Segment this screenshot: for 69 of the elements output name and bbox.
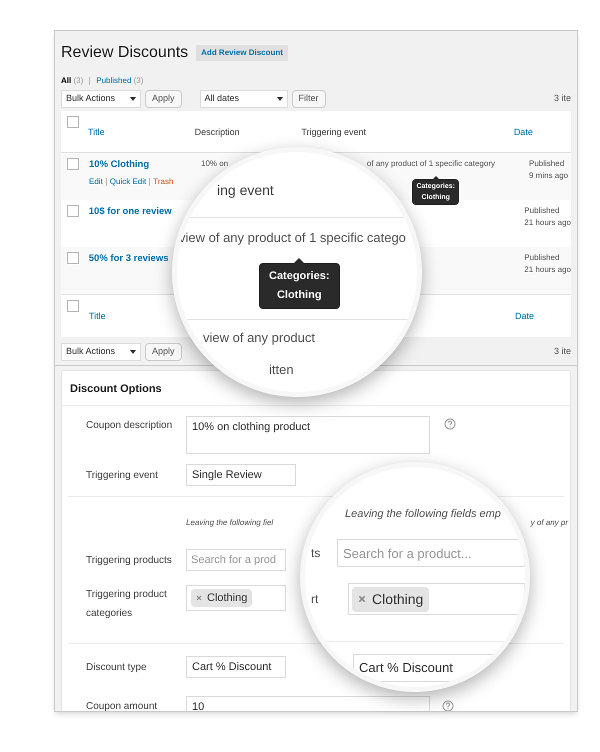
hint-text: Leaving the following fields emp xyxy=(345,508,501,520)
column-header[interactable]: Title xyxy=(88,116,195,140)
tooltip: Categories: Clothing xyxy=(259,258,340,309)
view-filter-link[interactable]: All (3) xyxy=(61,75,84,87)
field-label: Coupon amount xyxy=(85,700,158,711)
categories-field[interactable]: Clothing xyxy=(348,583,525,615)
time-text: 9 mins ago xyxy=(529,170,568,182)
caret-icon xyxy=(130,350,136,354)
column-header: ing event xyxy=(217,182,274,198)
category-chip[interactable]: Clothing xyxy=(352,586,430,612)
date-filter-select[interactable]: All dates xyxy=(200,90,288,108)
help-icon[interactable] xyxy=(444,418,456,430)
discount-type-select[interactable]: Cart % Discount xyxy=(186,656,286,678)
checkbox[interactable] xyxy=(67,205,79,217)
bulk-actions-select[interactable]: Bulk Actions xyxy=(61,343,141,361)
table-cell: 10% on xyxy=(201,159,228,168)
checkbox[interactable] xyxy=(67,300,79,312)
panel-title: Discount Options xyxy=(70,383,162,395)
amount-field[interactable]: 10 xyxy=(186,696,430,711)
field-label: ts xyxy=(310,545,322,562)
caret-icon xyxy=(276,97,283,101)
page-title: Review Discounts xyxy=(61,43,188,63)
help-icon[interactable] xyxy=(442,700,454,711)
apply-button[interactable]: Apply xyxy=(145,343,182,361)
time-text: 21 hours ago xyxy=(524,264,571,276)
column-header: Description xyxy=(194,126,241,139)
discount-title-link[interactable]: 10% Clothing xyxy=(89,158,150,172)
table-cell: of any product of 1 specific category xyxy=(366,158,495,170)
view-filter-link[interactable]: Published (3) xyxy=(96,75,144,87)
discount-title-link[interactable]: 10$ for one review xyxy=(88,205,172,220)
field-label: Triggering products xyxy=(85,554,173,568)
table-cell: view of any product xyxy=(203,330,316,345)
column-header[interactable]: Date xyxy=(514,116,571,140)
field-label: Triggering product categories xyxy=(85,588,168,621)
products-search-field[interactable]: Search for a product... xyxy=(337,539,525,567)
products-search-field[interactable]: Search for a prod xyxy=(186,549,286,571)
items-count: 3 ite xyxy=(554,92,571,106)
bulk-actions-select[interactable]: Bulk Actions xyxy=(61,90,141,108)
items-count: 3 ite xyxy=(554,345,571,358)
apply-button[interactable]: Apply xyxy=(145,90,182,108)
remove-icon[interactable] xyxy=(358,595,366,603)
remove-icon[interactable] xyxy=(196,595,202,601)
checkbox[interactable] xyxy=(67,252,79,264)
status-text: Published xyxy=(529,158,566,170)
status-text: Published xyxy=(524,252,560,264)
category-chip[interactable]: Clothing xyxy=(191,588,252,608)
field-label: Coupon description xyxy=(85,419,174,433)
field-label: rt xyxy=(310,591,320,608)
field-label: Triggering event xyxy=(85,468,159,482)
filter-button[interactable]: Filter xyxy=(292,90,326,108)
discount-title-link[interactable]: 50% for 3 reviews xyxy=(88,252,169,266)
categories-field[interactable]: Clothing xyxy=(186,585,286,611)
checkbox[interactable] xyxy=(67,158,79,170)
add-review-discount-button[interactable]: Add Review Discount xyxy=(196,45,288,61)
field-label: Discount type xyxy=(85,660,148,674)
status-text: Published xyxy=(524,205,560,217)
description-field[interactable]: 10% on clothing product xyxy=(186,416,430,454)
hint-text: y of any pr xyxy=(530,517,570,529)
event-select[interactable]: Single Review xyxy=(186,464,296,486)
time-text: 21 hours ago xyxy=(524,217,571,229)
row-action-link[interactable]: Trash xyxy=(153,176,174,188)
column-header[interactable]: Date xyxy=(515,300,534,324)
hint-text: Leaving the following fiel xyxy=(186,517,274,529)
caret-icon xyxy=(130,97,136,101)
checkbox[interactable] xyxy=(67,116,79,128)
column-header: Triggering event xyxy=(301,126,368,139)
field-label: itten xyxy=(269,362,294,377)
row-action-link[interactable]: Quick Edit xyxy=(110,176,146,188)
row-action-link[interactable]: Edit xyxy=(89,176,103,188)
